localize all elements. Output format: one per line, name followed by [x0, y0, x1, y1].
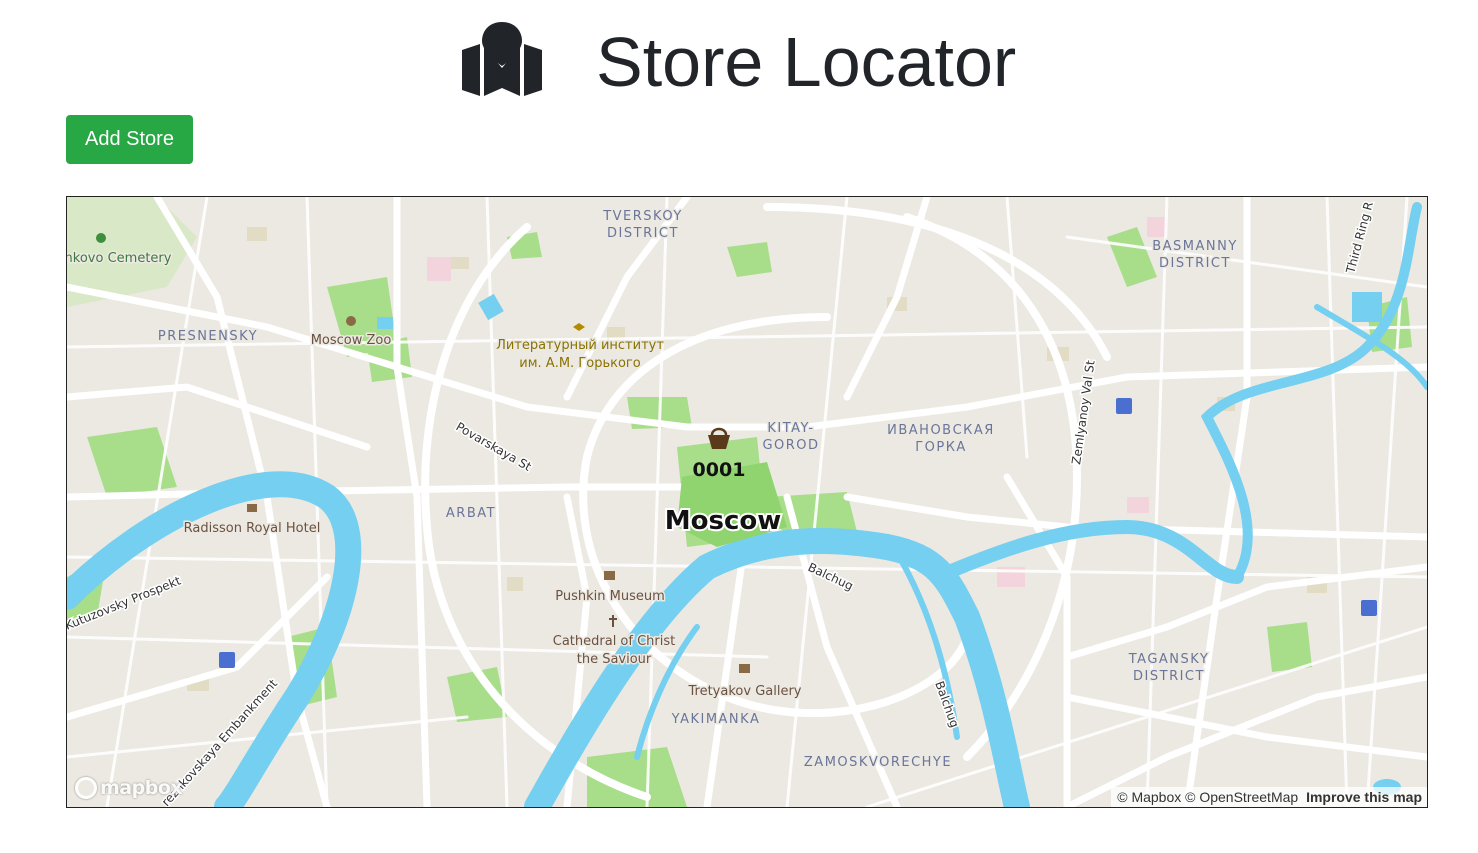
district-presnensky: PRESNENSKY [158, 329, 258, 344]
improve-map-link[interactable]: Improve this map [1306, 789, 1422, 805]
district-taganskiy: TAGANSKY [1128, 652, 1210, 667]
city-label: Moscow [665, 506, 782, 536]
map-attribution: © Mapbox © OpenStreetMap Improve this ma… [1111, 787, 1427, 807]
page-header: Store Locator [0, 0, 1478, 110]
district-tverskoy-2: DISTRICT [607, 226, 679, 241]
map-marker-icon [462, 22, 542, 96]
district-taganskiy-2: DISTRICT [1133, 669, 1205, 684]
poi-moscow-zoo: Moscow Zoo [311, 333, 392, 348]
store-marker-label: 0001 [693, 459, 746, 481]
district-arbat: ARBAT [446, 506, 496, 521]
poi-pushkin-museum: Pushkin Museum [555, 589, 665, 604]
map-container[interactable]: 0001 Moscow TVERSKOY DISTRICT BASMANNY D… [66, 196, 1428, 808]
poi-cemetery: nkovo Cemetery [67, 251, 172, 266]
district-zamoskvorechye: ZAMOSKVORECHYE [804, 755, 952, 770]
district-yakimanka: YAKIMANKA [671, 712, 761, 727]
district-tverskoy: TVERSKOY [602, 209, 683, 224]
page-title: Store Locator [596, 23, 1017, 101]
poi-cathedral-2: the Saviour [577, 652, 652, 667]
poi-literary-institute-2: им. А.М. Горького [519, 356, 640, 371]
poi-cathedral: Cathedral of Christ [553, 634, 676, 649]
add-store-button[interactable]: Add Store [66, 115, 193, 164]
mapbox-logo-text: mapbox [100, 777, 183, 799]
map-canvas[interactable]: 0001 Moscow TVERSKOY DISTRICT BASMANNY D… [67, 197, 1427, 807]
district-basmanny-2: DISTRICT [1159, 256, 1231, 271]
district-basmanny: BASMANNY [1152, 239, 1238, 254]
poi-tretyakov-gallery: Tretyakov Gallery [688, 684, 802, 699]
poi-radisson-hotel: Radisson Royal Hotel [184, 521, 321, 536]
district-ivanovskaya-2: ГОРКА [915, 440, 967, 455]
district-kitay-gorod: KITAY- [767, 421, 814, 436]
district-ivanovskaya: ИВАНОВСКАЯ [887, 423, 995, 438]
mapbox-logo-icon [75, 777, 97, 799]
mapbox-logo[interactable]: mapbox [75, 775, 183, 801]
poi-literary-institute: Литературный институт [496, 338, 664, 353]
attribution-mapbox-link[interactable]: © Mapbox [1117, 789, 1181, 805]
district-kitay-gorod-2: GOROD [762, 438, 819, 453]
attribution-osm-link[interactable]: © OpenStreetMap [1185, 789, 1298, 805]
